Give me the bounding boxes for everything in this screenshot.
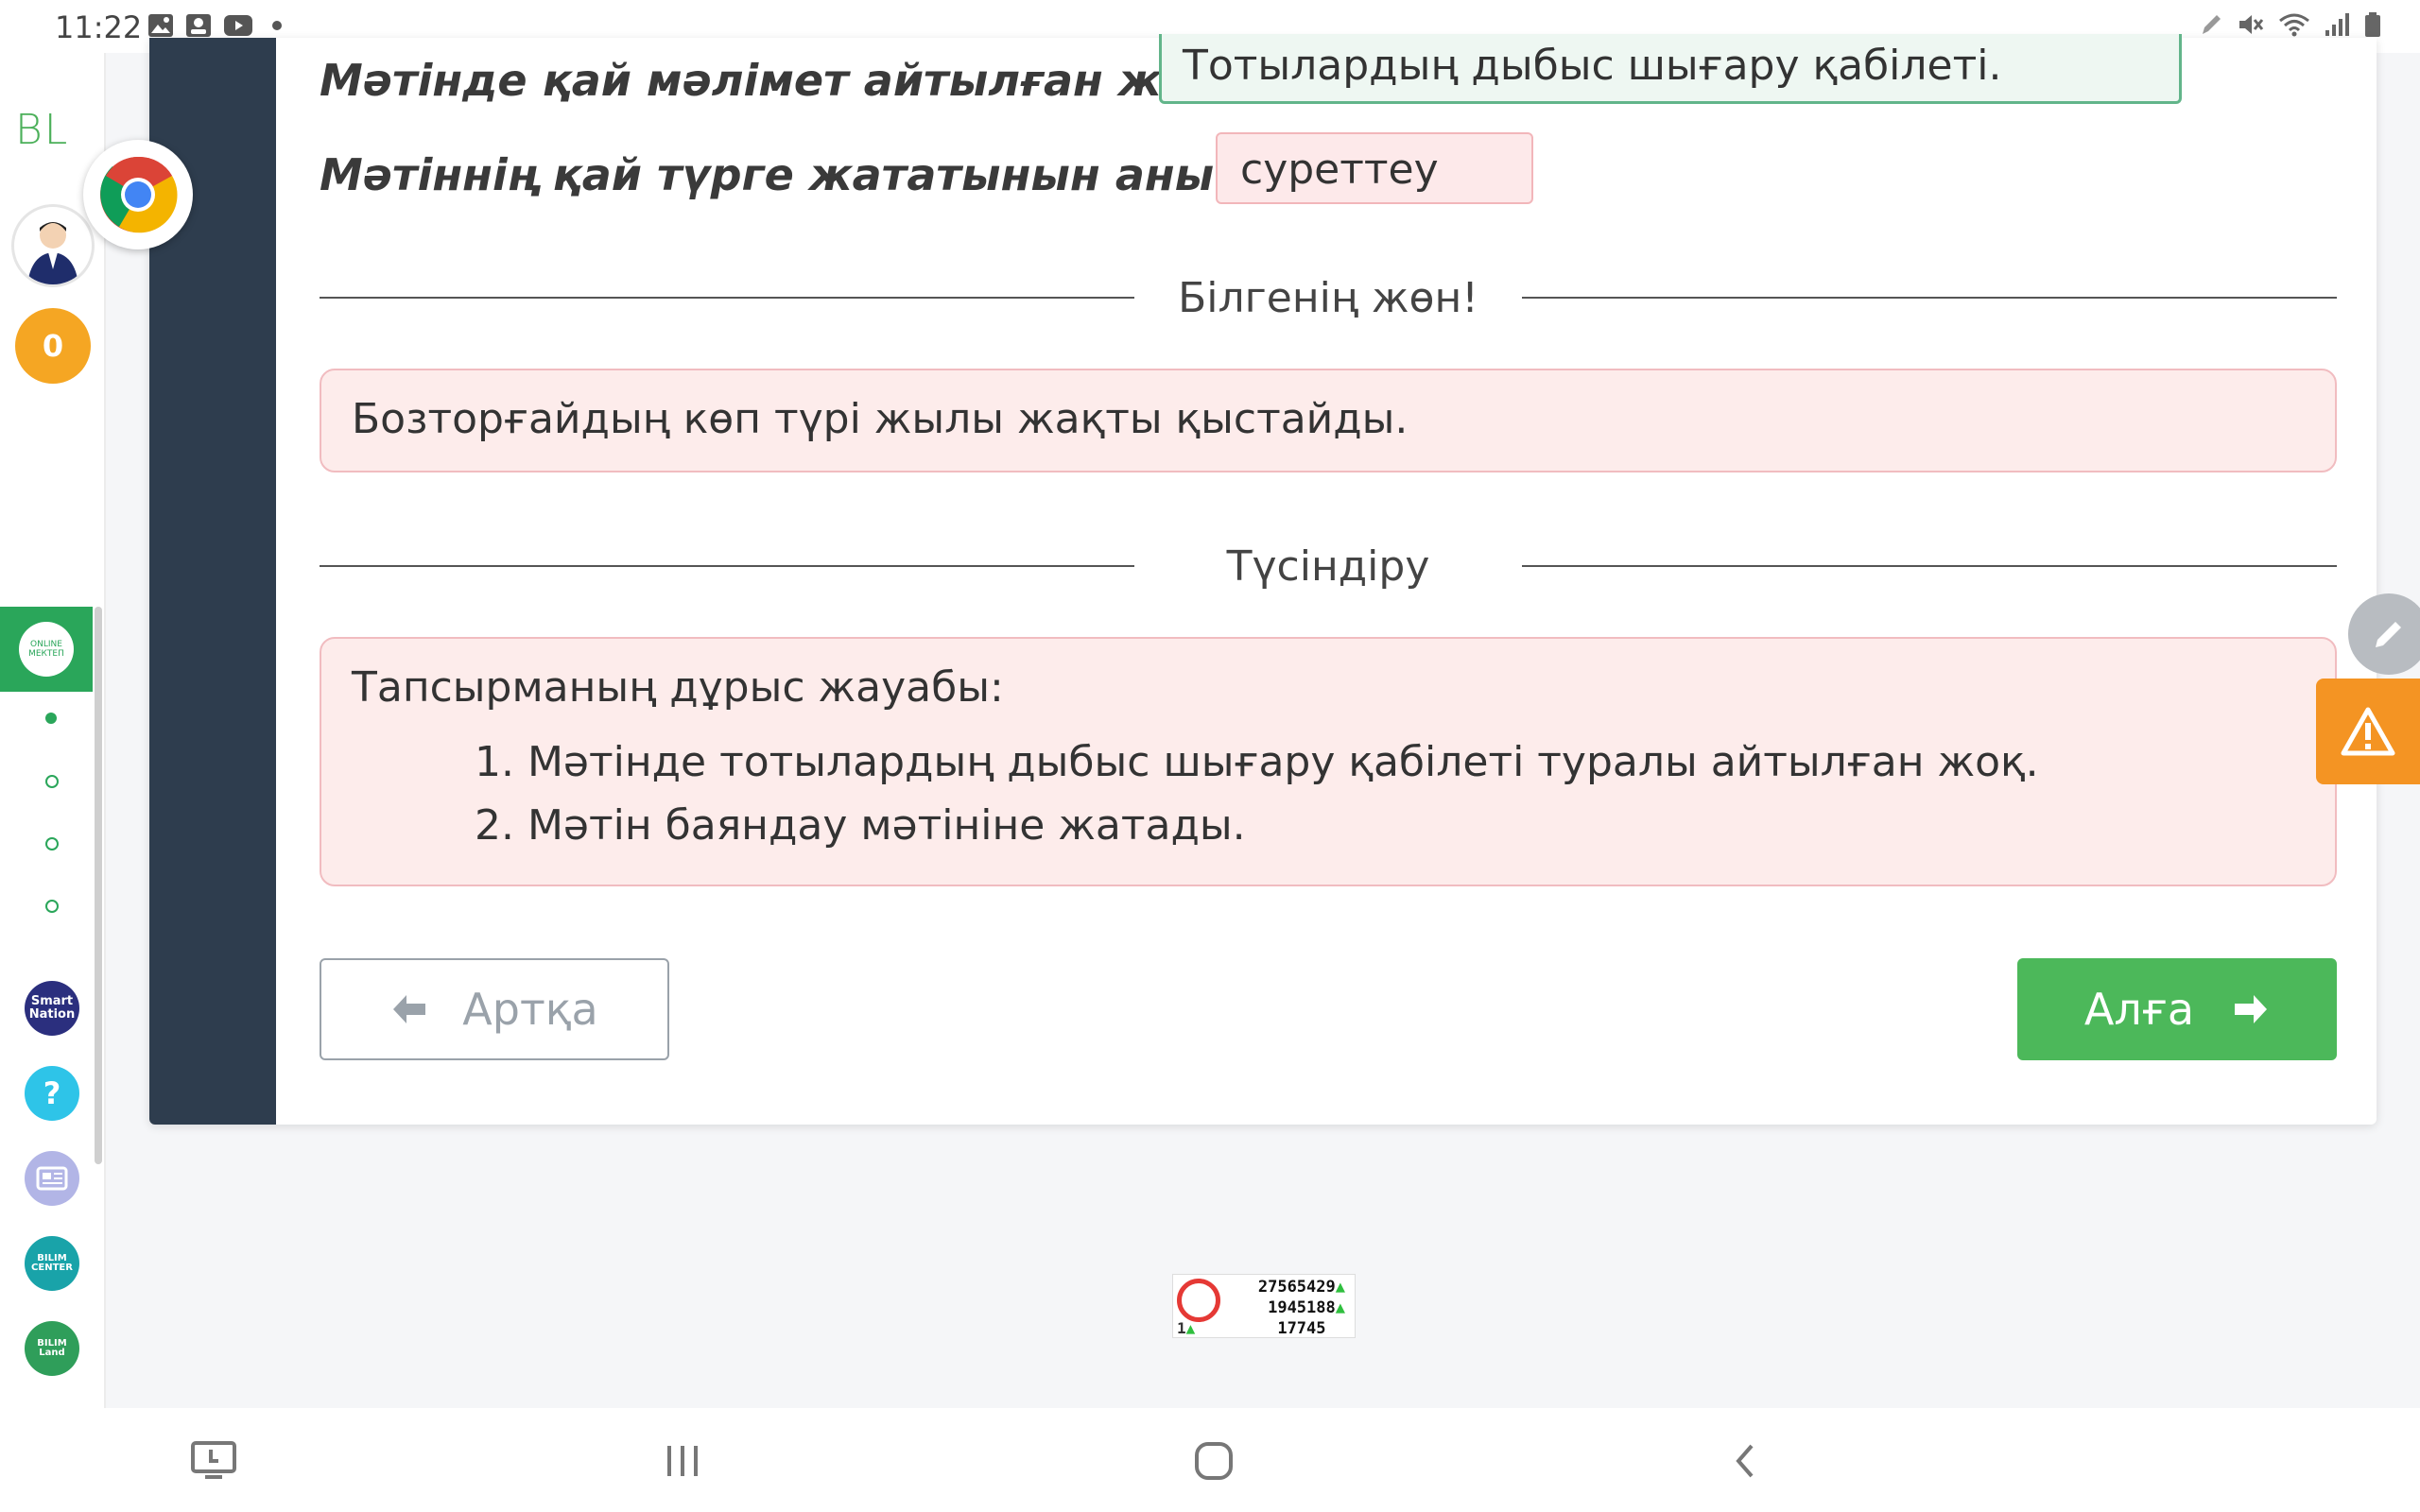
- counter-ring-icon: [1177, 1279, 1220, 1322]
- next-button[interactable]: Алға: [2017, 958, 2337, 1060]
- answer-1-field[interactable]: Тотылардың дыбыс шығару қабілеті.: [1159, 34, 2182, 104]
- chrome-bubble-icon[interactable]: [83, 140, 193, 249]
- arrow-left-icon: [393, 995, 426, 1023]
- youtube-icon: [224, 15, 252, 36]
- status-time: 11:22: [55, 9, 143, 45]
- counter-line-1: 27565429: [1257, 1278, 1336, 1297]
- edit-button[interactable]: [2348, 593, 2420, 675]
- back-nav-icon[interactable]: [1717, 1433, 1773, 1489]
- question-2-text: Мәтіннің қай түрге жататынын анықта.: [320, 149, 1315, 200]
- sidebar-scrollbar[interactable]: [95, 607, 102, 1164]
- explain-item-2: 2. Мәтін баяндау мәтініне жатады.: [475, 801, 1246, 850]
- arrow-right-icon: [2235, 995, 2268, 1023]
- known-divider: Білгенің жөн!: [320, 268, 2337, 325]
- pencil-icon: [2376, 622, 2401, 647]
- online-mektep-logo: ONLINE МЕКТЕП: [19, 622, 74, 677]
- question-1-text: Мәтінде қай мәлімет айтылған жоқ?: [320, 55, 1247, 106]
- recent-apps-icon[interactable]: [654, 1433, 711, 1489]
- explain-title: Тапсырманың дұрыс жауабы:: [352, 663, 1004, 712]
- warning-icon: [2341, 707, 2395, 756]
- signal-icon: [2325, 13, 2349, 36]
- home-icon[interactable]: [1185, 1433, 1242, 1489]
- bl-logo[interactable]: BL: [15, 106, 69, 154]
- answer-2-field[interactable]: суреттеу: [1216, 132, 1533, 204]
- lesson-card: Мәтінде қай мәлімет айтылған жоқ? Тотыла…: [149, 34, 2377, 1125]
- sidebar-dot-3[interactable]: [45, 837, 59, 850]
- newspaper-icon: [36, 1166, 68, 1191]
- counter-line-2: 1945188: [1268, 1298, 1336, 1317]
- known-box: Бозторғайдың көп түрі жылы жақты қыстайд…: [320, 369, 2337, 472]
- sidebar-dot-1[interactable]: [45, 713, 57, 724]
- sidebar-item-bilim-center[interactable]: BILIM CENTER: [25, 1236, 79, 1291]
- back-button[interactable]: Артқа: [320, 958, 669, 1060]
- sidebar-item-online-mektep[interactable]: ONLINE МЕКТЕП: [0, 607, 93, 692]
- back-button-label: Артқа: [462, 984, 598, 1035]
- question-row-2: Мәтіннің қай түрге жататынын анықта.: [320, 149, 1315, 200]
- card-content: Мәтінде қай мәлімет айтылған жоқ? Тотыла…: [320, 34, 2337, 1125]
- explain-item-1: 1. Мәтінде тотылардың дыбыс шығару қабіл…: [475, 738, 2039, 786]
- sidebar-item-news[interactable]: [25, 1151, 79, 1206]
- report-button[interactable]: [2316, 679, 2420, 784]
- explain-box: Тапсырманың дұрыс жауабы: 1. Мәтінде тот…: [320, 637, 2337, 886]
- screen-capture-icon[interactable]: [185, 1433, 242, 1489]
- sidebar-item-help[interactable]: ?: [25, 1066, 79, 1121]
- left-sidebar: BL 0 ONLINE МЕКТЕП Smart Nation ? BILIM …: [0, 53, 106, 1408]
- coin-counter[interactable]: 0: [15, 308, 91, 384]
- sidebar-dot-2[interactable]: [45, 775, 59, 788]
- wifi-icon: [2279, 13, 2309, 37]
- sidebar-dot-4[interactable]: [45, 900, 59, 913]
- image-icon: [148, 14, 173, 37]
- counter-line-3: 17745: [1277, 1319, 1326, 1338]
- explain-heading: Түсіндіру: [1226, 542, 1430, 591]
- counter-small: 1: [1177, 1319, 1186, 1337]
- pen-icon: [2203, 15, 2221, 34]
- sidebar-item-bilim-land[interactable]: BILIM Land: [25, 1321, 79, 1376]
- battery-icon: [2365, 12, 2380, 37]
- mute-icon: [2239, 15, 2264, 34]
- system-navigation-bar: [0, 1408, 2420, 1512]
- known-heading: Білгенің жөн!: [1178, 274, 1478, 322]
- explain-divider: Түсіндіру: [320, 537, 2337, 593]
- known-text: Бозторғайдың көп түрі жылы жақты қыстайд…: [352, 395, 1409, 443]
- question-row-1: Мәтінде қай мәлімет айтылған жоқ?: [320, 55, 1246, 106]
- sidebar-item-smart-nation[interactable]: Smart Nation: [25, 981, 79, 1036]
- avatar[interactable]: [11, 204, 95, 287]
- next-button-label: Алға: [2083, 984, 2195, 1035]
- visitor-counter[interactable]: 27565429▲ 1945188▲ 17745 1▲: [1172, 1274, 1356, 1338]
- contact-icon: [186, 14, 211, 37]
- dot-icon: [272, 21, 282, 30]
